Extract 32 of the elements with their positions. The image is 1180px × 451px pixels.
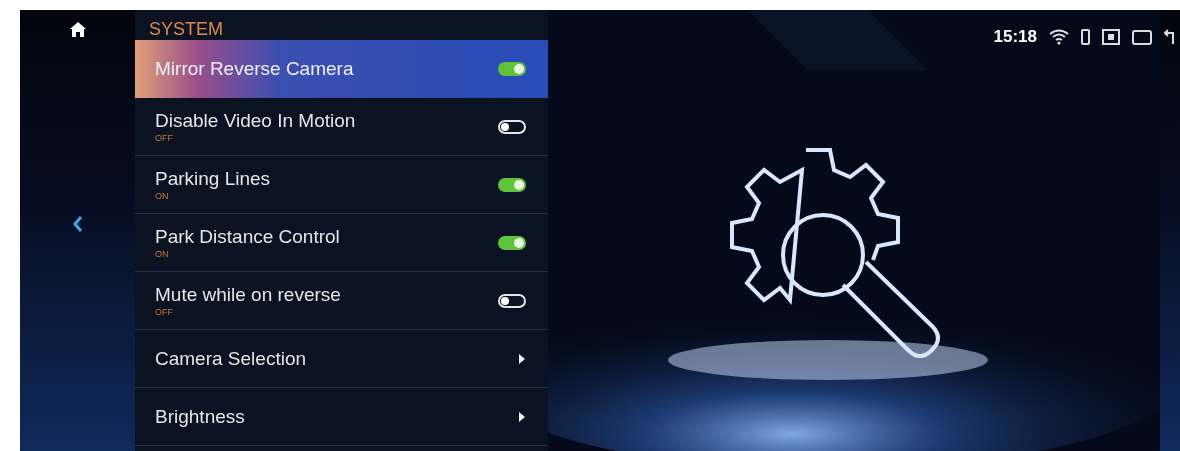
window-icon[interactable] [1132,28,1152,45]
setting-label: Camera Selection [155,346,307,371]
toggle-switch[interactable] [498,293,526,308]
return-icon[interactable] [1164,28,1174,45]
setting-status: ON [155,249,170,260]
clock: 15:18 [993,26,1037,48]
settings-row[interactable]: Disable Video In Motion OFF [135,98,548,156]
setting-label: Mirror Reverse Camera [155,57,354,81]
phone-icon [1081,28,1090,45]
settings-row[interactable]: Park Distance Control ON [135,214,548,272]
toggle-switch[interactable] [498,62,526,76]
setting-status: OFF [155,307,174,318]
toggle-switch[interactable] [498,119,526,134]
setting-label: Brightness [155,404,245,429]
setting-label: Parking Lines [155,167,271,191]
setting-status: OFF [155,133,174,144]
toggle-switch[interactable] [498,177,526,192]
setting-label: Disable Video In Motion [155,109,356,133]
wifi-icon [1049,28,1069,45]
screen-icon[interactable] [1102,28,1120,45]
setting-status: ON [155,191,170,202]
setting-label: Mute while on reverse [155,283,341,307]
settings-row[interactable]: Parking Lines ON [135,156,548,214]
setting-label: Park Distance Control [155,225,340,249]
back-chevron-icon[interactable] [72,215,83,233]
home-icon[interactable] [69,22,86,37]
settings-row[interactable]: Mirror Reverse Camera [135,40,548,98]
chevron-right-icon [518,410,526,423]
toggle-switch[interactable] [498,235,526,250]
section-title: SYSTEM [148,18,224,40]
settings-row[interactable]: Mute while on reverse OFF [135,272,548,330]
chevron-right-icon [518,352,526,365]
